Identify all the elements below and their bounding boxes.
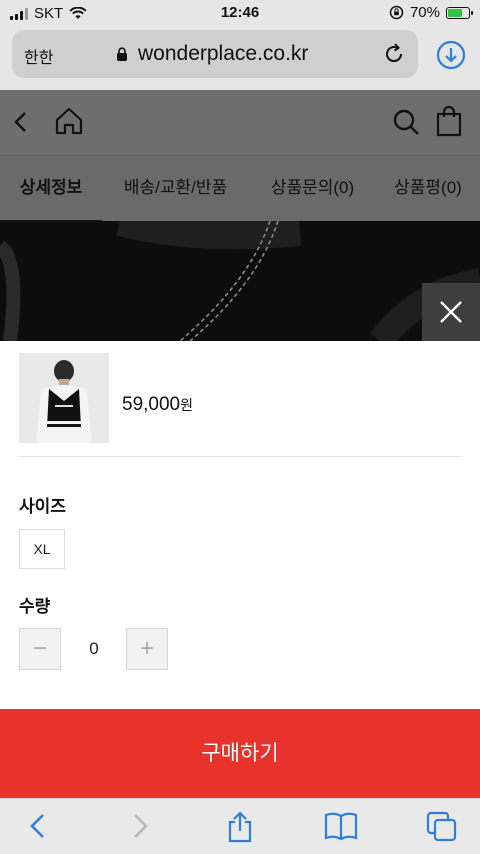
browser-back-icon[interactable] — [26, 811, 50, 841]
rotation-lock-icon — [389, 5, 404, 20]
quantity-value: 0 — [89, 639, 99, 658]
quantity-minus-button[interactable]: − — [19, 628, 61, 670]
site-header — [0, 90, 480, 155]
tab-inquiry[interactable]: 상품문의(0) — [249, 156, 376, 222]
price-currency: 원 — [180, 397, 194, 413]
bookmarks-icon[interactable] — [324, 811, 358, 841]
tab-shipping[interactable]: 배송/교환/반품 — [102, 156, 249, 222]
size-label: 사이즈 — [19, 497, 66, 516]
battery-percent: 70% — [409, 4, 440, 21]
battery-icon — [446, 6, 473, 19]
size-option-button[interactable]: XL — [19, 529, 65, 569]
buy-button[interactable]: 구매하기 — [0, 709, 480, 798]
product-thumbnail — [19, 353, 109, 443]
browser-bottom-toolbar — [0, 798, 480, 854]
close-icon[interactable] — [422, 283, 480, 341]
quantity-label: 수량 — [19, 597, 51, 616]
reload-icon[interactable] — [382, 42, 406, 66]
tab-reviews[interactable]: 상품평(0) — [376, 156, 480, 222]
forward-icon[interactable] — [128, 811, 152, 841]
tabs-icon[interactable] — [426, 811, 458, 843]
reader-settings-button[interactable]: 한한 — [24, 44, 53, 68]
product-price: 59,000원 — [122, 394, 193, 416]
price-value: 59,000 — [122, 394, 181, 415]
lock-icon — [117, 47, 127, 61]
product-detail-image — [0, 221, 480, 341]
back-icon[interactable] — [12, 110, 30, 134]
product-tabs: 상세정보 배송/교환/반품 상품문의(0) 상품평(0) — [0, 155, 480, 222]
purchase-option-sheet: 59,000원 사이즈 XL 수량 − 0 + — [0, 341, 480, 709]
search-icon[interactable] — [392, 108, 420, 136]
divider — [19, 456, 461, 457]
download-icon[interactable] — [436, 40, 466, 70]
bag-icon[interactable] — [436, 105, 462, 137]
tab-details[interactable]: 상세정보 — [0, 156, 102, 222]
browser-toolbar: 한한 wonderplace.co.kr — [0, 26, 480, 90]
home-icon[interactable] — [54, 106, 84, 136]
address-bar[interactable]: 한한 wonderplace.co.kr — [12, 30, 418, 78]
status-bar: SKT 12:46 70% — [0, 0, 480, 26]
quantity-plus-button[interactable]: + — [126, 628, 168, 670]
url-text[interactable]: wonderplace.co.kr — [138, 42, 308, 66]
status-right: 70% — [389, 4, 473, 21]
share-icon[interactable] — [226, 811, 254, 843]
